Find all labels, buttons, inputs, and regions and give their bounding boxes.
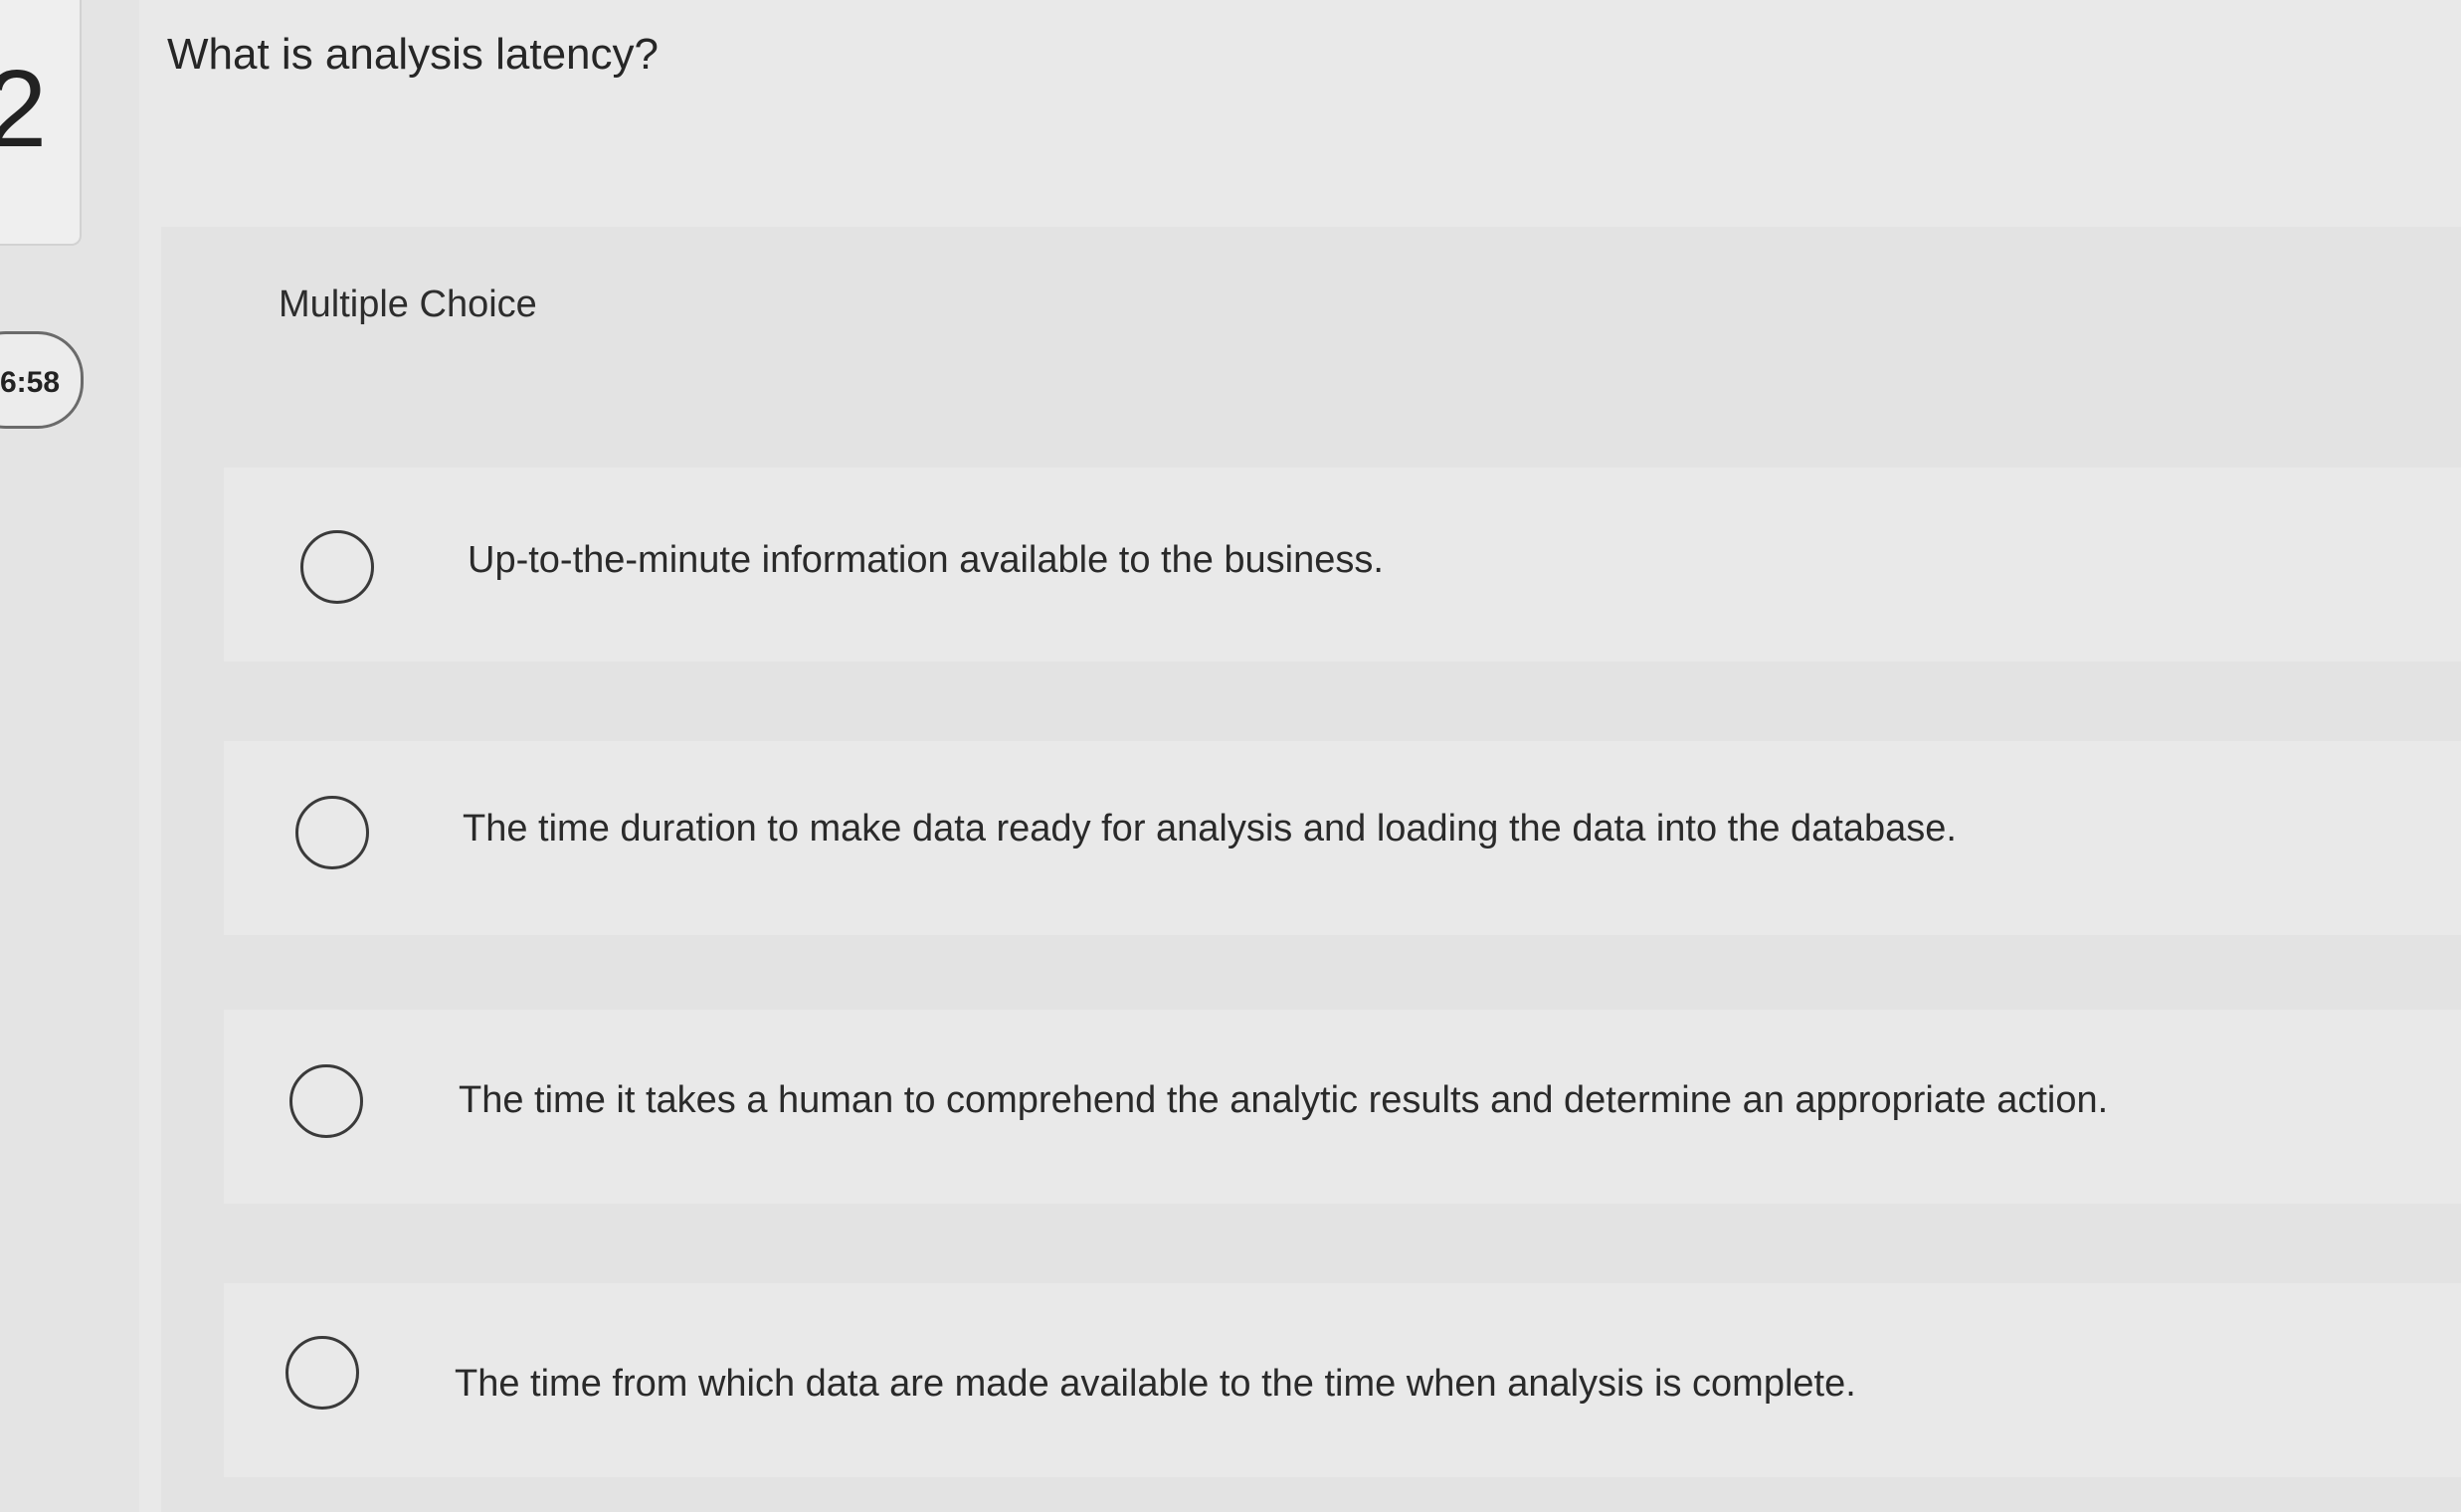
answer-option-2[interactable]: The time duration to make data ready for… <box>224 741 2461 935</box>
answer-option-label: The time duration to make data ready for… <box>463 808 1957 850</box>
radio-button[interactable] <box>289 1064 363 1138</box>
answer-option-3[interactable]: The time it takes a human to comprehend … <box>224 1010 2461 1204</box>
radio-button[interactable] <box>295 796 369 869</box>
radio-button[interactable] <box>285 1336 359 1410</box>
answer-option-1[interactable]: Up-to-the-minute information available t… <box>224 468 2461 662</box>
question-title: What is analysis latency? <box>167 30 659 79</box>
answer-option-label: Up-to-the-minute information available t… <box>468 539 1384 581</box>
answer-option-label: The time it takes a human to comprehend … <box>459 1079 2109 1121</box>
answer-option-4[interactable]: The time from which data are made availa… <box>224 1283 2461 1477</box>
question-number: 2 <box>0 48 48 170</box>
radio-button[interactable] <box>300 530 374 604</box>
question-type-label: Multiple Choice <box>279 284 537 325</box>
answer-option-label: The time from which data are made availa… <box>455 1363 1856 1405</box>
timer-text: 6:58 <box>0 366 61 399</box>
